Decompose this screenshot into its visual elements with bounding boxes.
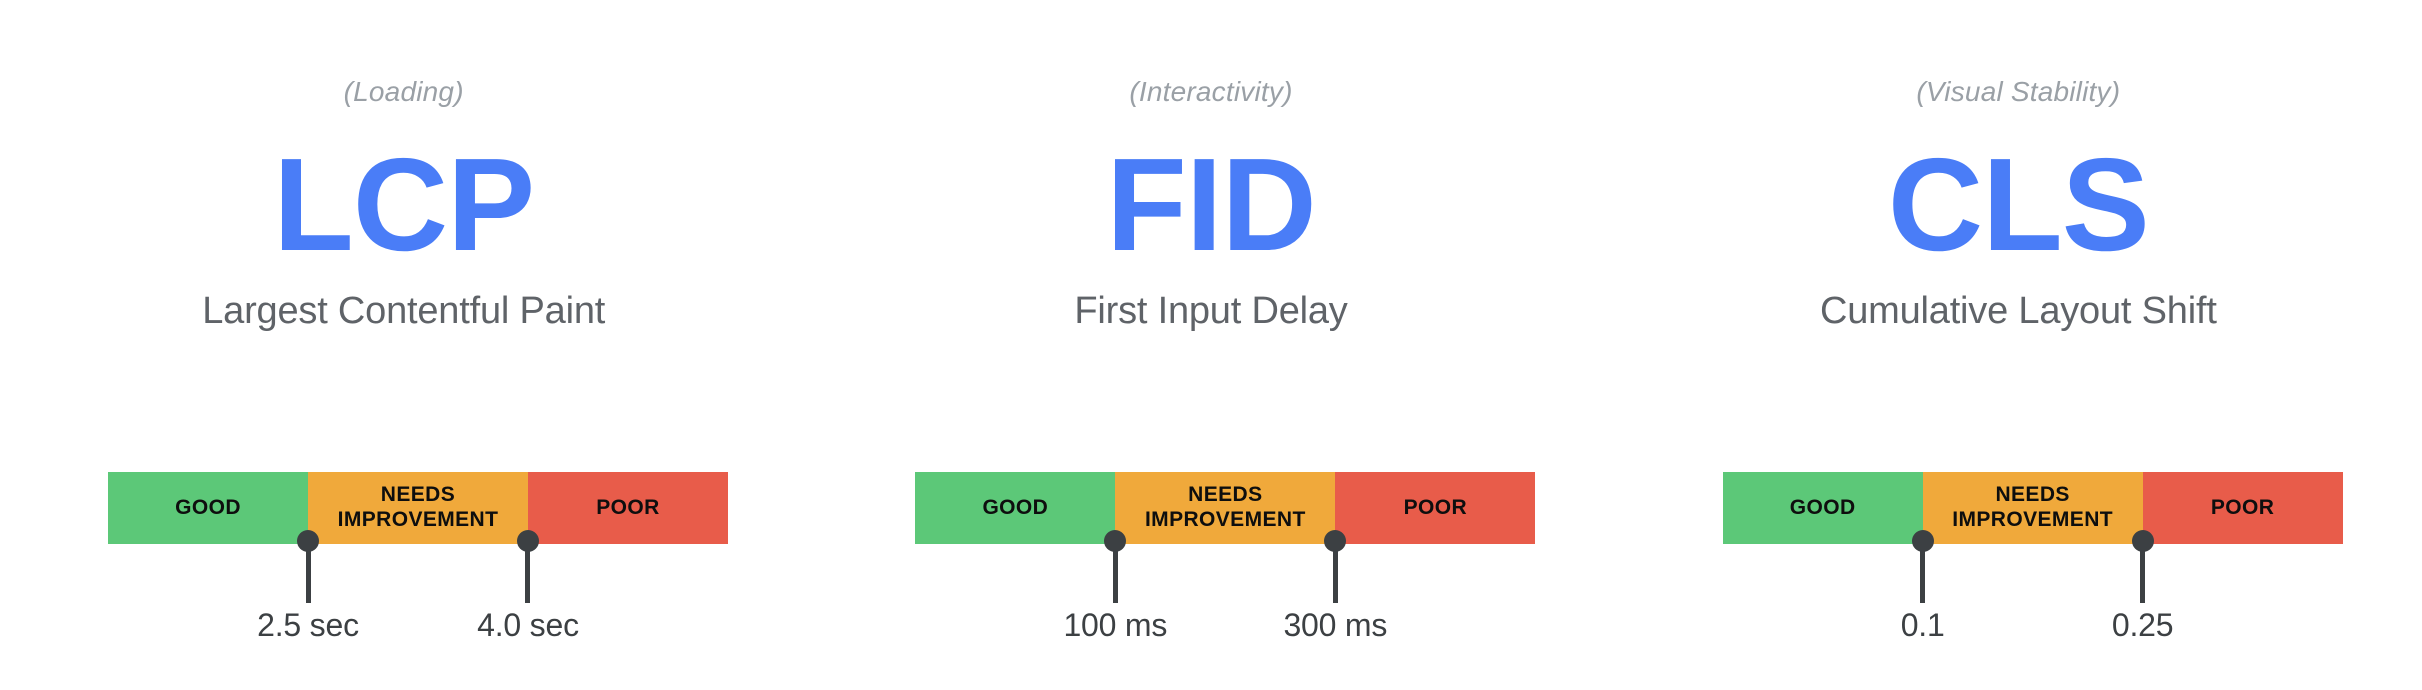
category-label-cls: (Visual Stability) (1916, 76, 2121, 107)
segment-poor-fid: POOR (1335, 472, 1536, 544)
pin-stem-icon (1112, 541, 1118, 603)
segment-needs-improvement-cls: NEEDS IMPROVEMENT (1922, 472, 2143, 544)
metric-panel-cls: (Visual Stability) CLS Cumulative Layout… (1615, 0, 2422, 690)
threshold-bar-wrap-fid: GOOD NEEDS IMPROVEMENT POOR 100 ms 300 m… (915, 472, 1536, 643)
pin-stem-icon (525, 541, 531, 603)
segment-poor-cls: POOR (2142, 472, 2343, 544)
segment-poor-lcp: POOR (527, 472, 728, 544)
metric-panel-lcp: (Loading) LCP Largest Contentful Paint G… (0, 0, 807, 690)
segment-needs-improvement-label-lcp: NEEDS IMPROVEMENT (337, 483, 499, 531)
metric-acronym-cls: CLS (1887, 131, 2150, 278)
metric-acronym-fid: FID (1106, 131, 1317, 278)
metric-panel-fid: (Interactivity) FID First Input Delay GO… (807, 0, 1614, 690)
pin-stem-icon (1332, 541, 1338, 603)
core-web-vitals-board: (Loading) LCP Largest Contentful Paint G… (0, 0, 2422, 690)
segment-good-fid: GOOD (915, 472, 1116, 544)
pin-stem-icon (2140, 541, 2146, 603)
threshold-bar-wrap-lcp: GOOD NEEDS IMPROVEMENT POOR 2.5 sec 4.0 … (108, 472, 728, 643)
threshold-bar-lcp: GOOD NEEDS IMPROVEMENT POOR (108, 472, 728, 544)
threshold-value-lcp-1: 2.5 sec (257, 607, 359, 643)
metric-acronym-lcp: LCP (273, 131, 535, 278)
threshold-value-fid-2: 300 ms (1283, 607, 1388, 643)
segment-good-label-lcp: GOOD (175, 495, 241, 519)
segment-needs-improvement-lcp: NEEDS IMPROVEMENT (308, 472, 528, 544)
metric-full-name-lcp: Largest Contentful Paint (202, 289, 606, 332)
segment-poor-label-lcp: POOR (596, 495, 660, 519)
segment-needs-improvement-label-cls: NEEDS IMPROVEMENT (1952, 483, 2114, 531)
metric-full-name-cls: Cumulative Layout Shift (1819, 289, 2217, 332)
segment-good-lcp: GOOD (108, 472, 308, 544)
segment-poor-label-fid: POOR (1403, 495, 1468, 519)
segment-good-label-cls: GOOD (1789, 495, 1856, 519)
category-label-lcp: (Loading) (343, 76, 464, 107)
threshold-bar-wrap-cls: GOOD NEEDS IMPROVEMENT POOR 0.1 0.25 (1722, 472, 2343, 643)
threshold-value-cls-2: 0.25 (2111, 607, 2174, 643)
segment-needs-improvement-fid: NEEDS IMPROVEMENT (1115, 472, 1336, 544)
segment-needs-improvement-label-fid: NEEDS IMPROVEMENT (1144, 483, 1306, 531)
metric-full-name-fid: First Input Delay (1074, 289, 1348, 332)
threshold-bar-zone-cls: GOOD NEEDS IMPROVEMENT POOR 0.1 0.25 (1615, 472, 2422, 690)
threshold-bar-zone-fid: GOOD NEEDS IMPROVEMENT POOR 100 ms 300 m… (807, 472, 1614, 690)
category-label-fid: (Interactivity) (1129, 76, 1293, 107)
segment-good-label-fid: GOOD (982, 495, 1049, 519)
threshold-value-cls-1: 0.1 (1900, 607, 1945, 643)
threshold-value-lcp-2: 4.0 sec (477, 607, 579, 643)
segment-poor-label-cls: POOR (2210, 495, 2275, 519)
segment-good-cls: GOOD (1722, 472, 1923, 544)
pin-stem-icon (305, 541, 311, 603)
threshold-bar-cls: GOOD NEEDS IMPROVEMENT POOR (1722, 472, 2343, 544)
pin-stem-icon (1920, 541, 1926, 603)
threshold-value-fid-1: 100 ms (1063, 607, 1168, 643)
threshold-bar-zone-lcp: GOOD NEEDS IMPROVEMENT POOR 2.5 sec 4.0 … (0, 472, 807, 690)
threshold-bar-fid: GOOD NEEDS IMPROVEMENT POOR (915, 472, 1536, 544)
